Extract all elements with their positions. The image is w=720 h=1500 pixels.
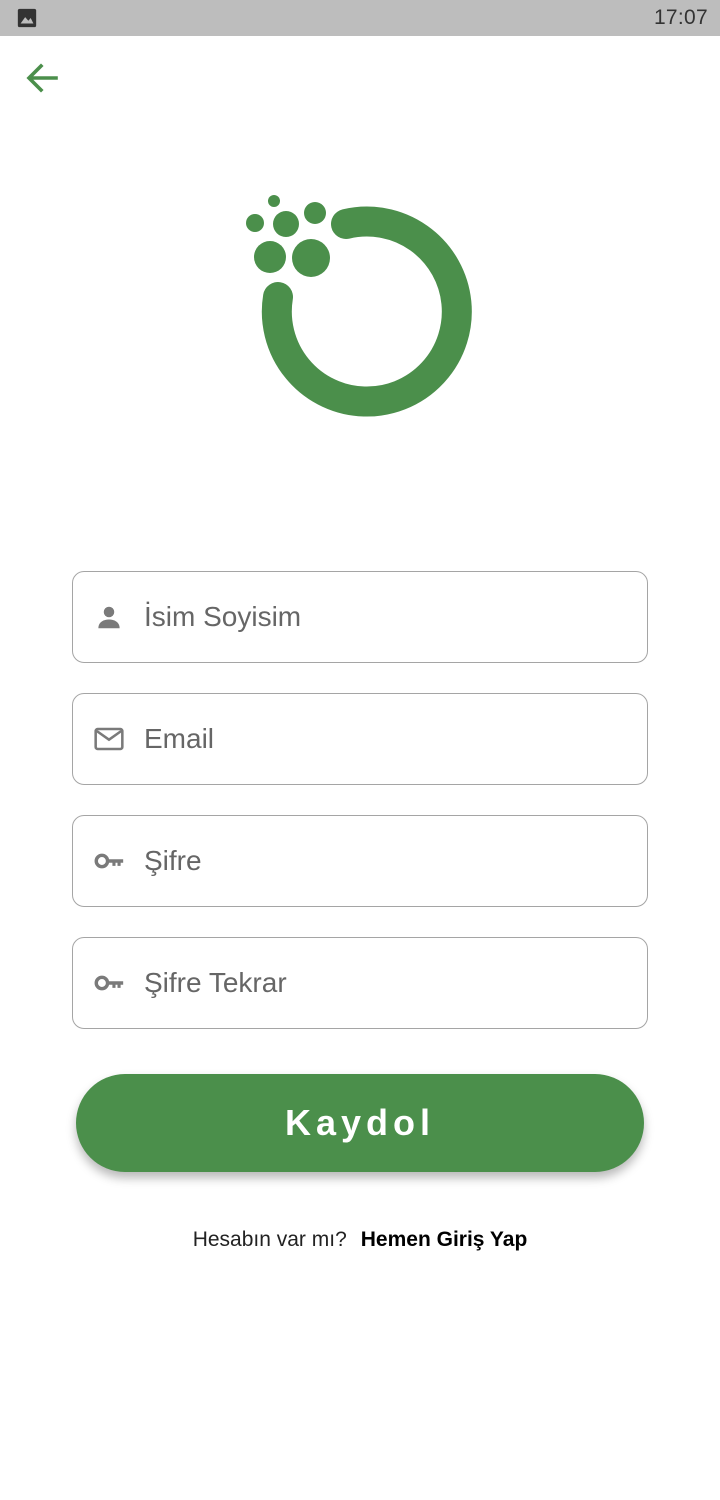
email-input[interactable]	[144, 709, 604, 769]
person-icon	[92, 600, 126, 634]
login-link[interactable]: Hemen Giriş Yap	[361, 1228, 528, 1252]
arrow-left-icon	[22, 58, 62, 103]
email-field[interactable]	[72, 693, 648, 785]
status-bar: 17:07	[0, 0, 720, 36]
key-icon	[92, 844, 126, 878]
password-confirm-field[interactable]	[72, 937, 648, 1029]
image-icon	[16, 7, 38, 29]
login-prompt: Hesabın var mı? Hemen Giriş Yap	[0, 1222, 720, 1258]
password-field[interactable]	[72, 815, 648, 907]
mail-icon	[92, 722, 126, 756]
name-field[interactable]	[72, 571, 648, 663]
password-input[interactable]	[144, 831, 604, 891]
login-question: Hesabın var mı?	[192, 1228, 347, 1251]
ring-with-dots-logo	[246, 195, 472, 417]
name-input[interactable]	[144, 587, 604, 647]
back-button[interactable]	[18, 56, 66, 104]
status-time: 17:07	[653, 6, 708, 29]
register-button[interactable]: Kaydol	[76, 1074, 644, 1172]
app-logo	[236, 188, 484, 428]
key-icon	[92, 966, 126, 1000]
password-confirm-input[interactable]	[144, 953, 604, 1013]
